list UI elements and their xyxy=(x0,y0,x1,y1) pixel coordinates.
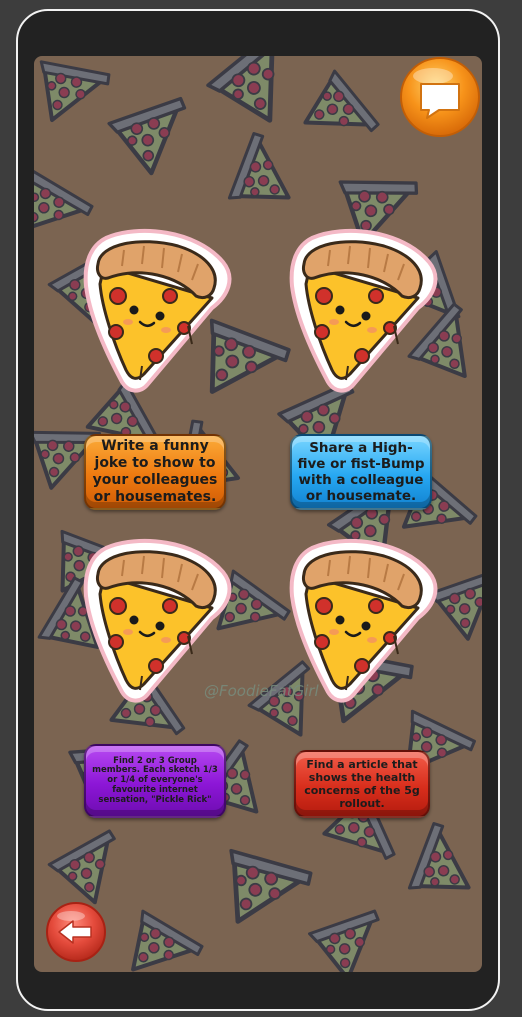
back-button[interactable] xyxy=(45,901,107,963)
game-screen: @FoodieFatGirl Write a funny joke to sho… xyxy=(34,56,482,972)
speech-bubble-icon xyxy=(400,57,480,137)
task-button-high-five[interactable]: Share a High-five or fist-Bump with a co… xyxy=(290,434,432,510)
back-arrow-icon xyxy=(46,902,106,962)
pizza-icon xyxy=(83,538,232,703)
pizza-card-4[interactable] xyxy=(284,536,444,706)
pizza-card-2[interactable] xyxy=(284,226,444,396)
pizza-card-1[interactable] xyxy=(78,226,238,396)
pizza-icon xyxy=(83,228,232,393)
pizza-icon xyxy=(289,228,438,393)
task-button-joke[interactable]: Write a funny joke to show to your colle… xyxy=(84,434,226,510)
task-button-article[interactable]: Find a article that shows the health con… xyxy=(294,750,430,818)
pizza-card-3[interactable] xyxy=(78,536,238,706)
pizza-pattern-background xyxy=(34,56,482,972)
speech-bubble-button[interactable] xyxy=(399,56,481,138)
pizza-icon xyxy=(289,538,438,703)
task-button-sketch[interactable]: Find 2 or 3 Group members. Each sketch 1… xyxy=(84,744,226,818)
